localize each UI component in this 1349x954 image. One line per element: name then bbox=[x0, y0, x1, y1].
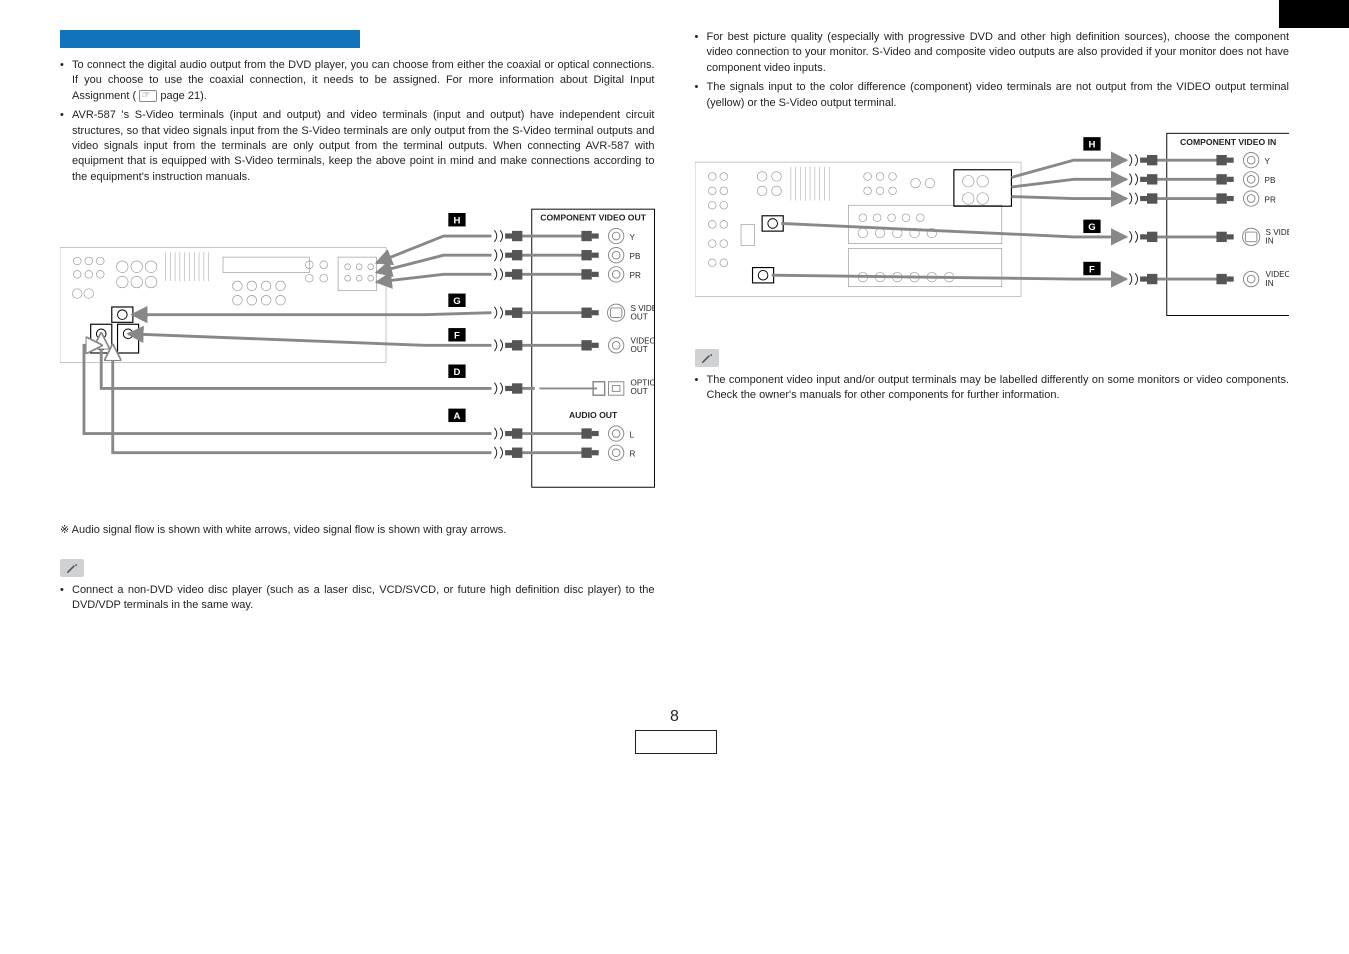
diagram-left-r-label: R bbox=[630, 450, 636, 459]
section-tab bbox=[1279, 0, 1349, 28]
right-tip-text: The component video input and/or output … bbox=[707, 374, 1290, 401]
diagram-right-svideo-label: S VIDEO bbox=[1265, 228, 1289, 237]
diagram-left-letter-D: D bbox=[454, 367, 461, 378]
svg-text:OUT: OUT bbox=[631, 387, 648, 396]
right-bullet-1-text: For best picture quality (especially wit… bbox=[707, 31, 1290, 74]
diagram-left-y-label: Y bbox=[630, 233, 636, 242]
left-bullet-2-text: AVR-587 's S-Video terminals (input and … bbox=[72, 109, 655, 183]
right-bullet-1: For best picture quality (especially wit… bbox=[695, 30, 1290, 76]
page-ref-icon bbox=[139, 90, 157, 102]
diagram-left: COMPONENT VIDEO OUT Y PB PR S bbox=[60, 193, 655, 513]
right-tip-bullet: The component video input and/or output … bbox=[695, 373, 1290, 404]
svg-text:IN: IN bbox=[1265, 279, 1273, 288]
svg-text:OUT: OUT bbox=[631, 345, 648, 354]
diagram-right-svg: COMPONENT VIDEO IN Y PB PR S VIDEO IN VI… bbox=[695, 119, 1290, 349]
diagram-left-l-label: L bbox=[630, 431, 635, 440]
arrow-legend-note: ※ Audio signal flow is shown with white … bbox=[60, 523, 655, 538]
left-bullet-1: To connect the digital audio output from… bbox=[60, 58, 655, 104]
tip-icon-left bbox=[60, 559, 84, 577]
diagram-left-letter-A: A bbox=[454, 411, 461, 422]
page-footer: 8 bbox=[635, 706, 715, 754]
page-number-box bbox=[635, 730, 717, 754]
pencil-icon bbox=[700, 351, 714, 365]
right-bullet-2: The signals input to the color differenc… bbox=[695, 80, 1290, 111]
left-bullet-2: AVR-587 's S-Video terminals (input and … bbox=[60, 108, 655, 185]
diagram-right-y-label: Y bbox=[1264, 157, 1270, 166]
note-text: Audio signal flow is shown with white ar… bbox=[72, 524, 507, 536]
left-tip-text: Connect a non-DVD video disc player (suc… bbox=[72, 584, 655, 611]
diagram-right-letter-H: H bbox=[1088, 140, 1095, 151]
diagram-right-letter-F: F bbox=[1089, 264, 1095, 275]
page: To connect the digital audio output from… bbox=[0, 0, 1349, 954]
diagram-right-pb-label: PB bbox=[1264, 176, 1275, 185]
diagram-left-svideo-label: S VIDEO bbox=[631, 304, 655, 313]
left-column: To connect the digital audio output from… bbox=[60, 30, 655, 710]
diagram-left-letter-H: H bbox=[454, 216, 461, 227]
diagram-left-pr-label: PR bbox=[630, 271, 641, 280]
diagram-right-video-label: VIDEO bbox=[1265, 270, 1289, 279]
right-bullet-2-text: The signals input to the color differenc… bbox=[707, 81, 1290, 108]
diagram-left-video-label: VIDEO bbox=[631, 337, 655, 346]
diagram-right-component-title: COMPONENT VIDEO IN bbox=[1180, 137, 1276, 147]
diagram-right: COMPONENT VIDEO IN Y PB PR S VIDEO IN VI… bbox=[695, 119, 1290, 349]
pencil-icon bbox=[65, 561, 79, 575]
diagram-right-pr-label: PR bbox=[1264, 195, 1275, 204]
svg-text:OUT: OUT bbox=[631, 313, 648, 322]
diagram-left-optical-label: OPTICAL bbox=[631, 379, 655, 388]
page-number: 8 bbox=[635, 706, 715, 728]
diagram-left-pb-label: PB bbox=[630, 252, 641, 261]
content-columns: To connect the digital audio output from… bbox=[0, 0, 1349, 710]
note-symbol: ※ bbox=[60, 524, 69, 536]
diagram-left-letter-F: F bbox=[454, 331, 460, 342]
diagram-left-letter-G: G bbox=[453, 296, 460, 307]
tip-icon-right bbox=[695, 349, 719, 367]
left-bullet-1-pageref: page 21). bbox=[160, 90, 206, 102]
section-heading-bar bbox=[60, 30, 360, 48]
diagram-left-svg: COMPONENT VIDEO OUT Y PB PR S bbox=[60, 193, 655, 513]
diagram-left-audio-title: AUDIO OUT bbox=[569, 410, 618, 420]
right-column: For best picture quality (especially wit… bbox=[695, 30, 1290, 710]
diagram-right-letter-G: G bbox=[1088, 222, 1095, 233]
svg-text:IN: IN bbox=[1265, 237, 1273, 246]
diagram-left-component-title: COMPONENT VIDEO OUT bbox=[540, 213, 646, 223]
left-tip-bullet: Connect a non-DVD video disc player (suc… bbox=[60, 583, 655, 614]
